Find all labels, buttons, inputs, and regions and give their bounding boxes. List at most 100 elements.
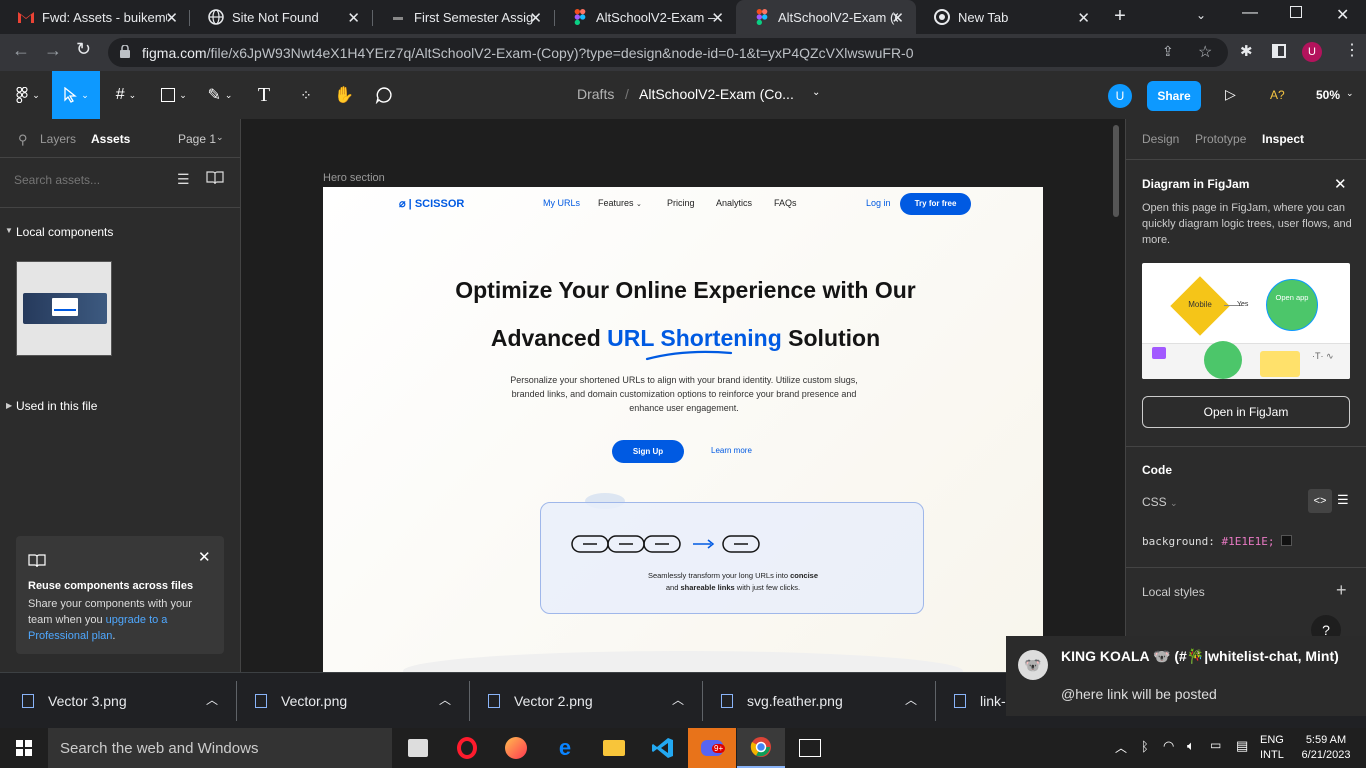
back-icon[interactable]: ←: [12, 40, 30, 61]
accessibility-check[interactable]: A?: [1270, 88, 1285, 102]
nav-my-urls[interactable]: My URLs: [543, 198, 580, 208]
bookmark-star-icon[interactable]: ☆: [1198, 42, 1212, 62]
clock[interactable]: 5:59 AM 6/21/2023: [1296, 733, 1356, 763]
resources-icon[interactable]: ⁘: [292, 71, 320, 119]
edge-icon[interactable]: e: [541, 728, 589, 768]
breadcrumb-drafts[interactable]: Drafts: [577, 86, 614, 102]
windows-start-icon[interactable]: [0, 728, 48, 768]
caret-down-icon[interactable]: ▼: [5, 226, 13, 235]
store-icon[interactable]: [394, 728, 442, 768]
download-item[interactable]: Vector 2.png ︿: [488, 673, 698, 729]
firefox-icon[interactable]: [492, 728, 540, 768]
bluetooth-icon[interactable]: ᛒ: [1141, 739, 1149, 754]
profile-avatar[interactable]: U: [1302, 42, 1322, 62]
chevron-up-icon[interactable]: ︿: [439, 691, 451, 708]
share-page-icon[interactable]: ⇪: [1162, 43, 1174, 60]
wifi-icon[interactable]: ◠: [1163, 738, 1174, 754]
tab-design[interactable]: Design: [1142, 132, 1179, 146]
extensions-icon[interactable]: ✱: [1240, 42, 1253, 60]
chevron-down-icon[interactable]: ⌄: [216, 132, 224, 143]
local-components-heading[interactable]: Local components: [16, 225, 113, 239]
shape-tool-icon[interactable]: ⌄: [154, 71, 194, 119]
chevron-up-icon[interactable]: ︿: [905, 691, 917, 708]
close-icon[interactable]: ✕: [1077, 9, 1090, 27]
open-in-figjam-button[interactable]: Open in FigJam: [1142, 396, 1350, 428]
frame-label[interactable]: Hero section: [323, 172, 385, 184]
close-icon[interactable]: ✕: [198, 548, 211, 566]
tab-first-semester[interactable]: ▬ First Semester Assignm ✕: [372, 0, 554, 34]
vscode-icon[interactable]: [639, 728, 687, 768]
chevron-up-icon[interactable]: ︿: [206, 691, 218, 708]
comment-tool-icon[interactable]: [370, 71, 398, 119]
download-item[interactable]: Vector 3.png ︿: [22, 673, 232, 729]
nav-pricing[interactable]: Pricing: [667, 198, 695, 208]
close-icon[interactable]: ✕: [711, 9, 724, 27]
signup-button[interactable]: Sign Up: [612, 440, 684, 463]
try-free-button[interactable]: Try for free: [900, 193, 971, 215]
tab-prototype[interactable]: Prototype: [1195, 132, 1246, 146]
tab-gmail[interactable]: Fwd: Assets - buikem0 ✕: [0, 0, 190, 34]
side-panel-icon[interactable]: [1272, 44, 1286, 58]
present-play-icon[interactable]: ▷: [1225, 86, 1236, 103]
tab-site-not-found[interactable]: Site Not Found ✕: [190, 0, 372, 34]
figma-menu-icon[interactable]: ⌄: [8, 71, 48, 119]
learn-more-link[interactable]: Learn more: [711, 446, 752, 455]
minimize-icon[interactable]: —: [1242, 4, 1258, 22]
tab-assets[interactable]: Assets: [91, 132, 130, 146]
code-view-icon[interactable]: <>: [1308, 489, 1332, 513]
file-name[interactable]: AltSchoolV2-Exam (Co...: [639, 86, 794, 102]
plus-icon[interactable]: +: [1336, 580, 1347, 601]
zoom-level[interactable]: 50%: [1316, 88, 1340, 102]
forward-icon[interactable]: →: [44, 40, 62, 61]
share-button[interactable]: Share: [1147, 81, 1201, 111]
photos-icon[interactable]: [786, 728, 834, 768]
tab-figma-exam[interactable]: AltSchoolV2-Exam – F ✕: [554, 0, 736, 34]
close-icon[interactable]: ✕: [529, 9, 542, 27]
close-icon[interactable]: ✕: [347, 9, 360, 27]
language-indicator[interactable]: ENG INTL: [1260, 733, 1284, 763]
hand-tool-icon[interactable]: ✋: [330, 71, 358, 119]
chevron-up-icon[interactable]: ︿: [1115, 739, 1127, 756]
tab-search-icon[interactable]: ⌄: [1196, 8, 1206, 22]
discord-notification[interactable]: 🐨 KING KOALA 🐨 (#🎋|whitelist-chat, Mint)…: [1006, 636, 1366, 716]
canvas-scrollbar[interactable]: [1113, 125, 1119, 217]
file-explorer-icon[interactable]: [590, 728, 638, 768]
chevron-down-icon[interactable]: ⌄: [1346, 88, 1354, 99]
discord-icon[interactable]: 9+: [688, 728, 736, 768]
nav-analytics[interactable]: Analytics: [716, 198, 752, 208]
library-book-icon[interactable]: [206, 171, 224, 188]
hero-section-frame[interactable]: ⌀ | SCISSOR My URLs Features ⌄ Pricing A…: [323, 187, 1043, 672]
volume-icon[interactable]: 🔈︎: [1187, 738, 1195, 754]
user-avatar[interactable]: U: [1108, 84, 1132, 108]
used-in-file-heading[interactable]: Used in this file: [16, 399, 97, 413]
code-language-select[interactable]: CSS ⌄: [1142, 495, 1178, 509]
tab-figma-exam-copy[interactable]: AltSchoolV2-Exam (Co ✕: [736, 0, 916, 34]
reload-icon[interactable]: ↻: [76, 39, 91, 60]
search-icon[interactable]: ⚲: [18, 132, 28, 148]
taskbar-search[interactable]: Search the web and Windows: [48, 728, 392, 768]
action-center-icon[interactable]: ▤: [1236, 738, 1248, 754]
nav-faqs[interactable]: FAQs: [774, 198, 797, 208]
restore-icon[interactable]: [1290, 6, 1302, 18]
pen-tool-icon[interactable]: ✎ ⌄: [200, 71, 240, 119]
login-link[interactable]: Log in: [866, 198, 891, 208]
download-item[interactable]: svg.feather.png ︿: [721, 673, 931, 729]
close-icon[interactable]: ✕: [891, 9, 904, 27]
assets-search-input[interactable]: [14, 169, 164, 191]
chevron-down-icon[interactable]: ⌄: [812, 87, 820, 98]
chevron-up-icon[interactable]: ︿: [672, 691, 684, 708]
tab-new-tab[interactable]: New Tab ✕: [916, 0, 1102, 34]
text-tool-icon[interactable]: T: [250, 71, 278, 119]
url-input[interactable]: figma.com/file/x6JpW93Nwt4eX1H4YErz7q/Al…: [108, 38, 1228, 67]
close-icon[interactable]: ✕: [1334, 175, 1347, 193]
tab-layers[interactable]: Layers: [40, 132, 76, 146]
caret-right-icon[interactable]: ▶: [6, 401, 12, 410]
close-icon[interactable]: ✕: [165, 9, 178, 27]
design-canvas[interactable]: Hero section ⌀ | SCISSOR My URLs Feature…: [241, 119, 1125, 672]
frame-tool-icon[interactable]: # ⌄: [106, 71, 146, 119]
component-thumbnail[interactable]: [16, 261, 112, 356]
download-item[interactable]: Vector.png ︿: [255, 673, 465, 729]
chrome-taskbar-icon[interactable]: [737, 728, 785, 768]
list-view-icon[interactable]: ☰: [1337, 492, 1349, 508]
tab-inspect[interactable]: Inspect: [1262, 132, 1304, 146]
